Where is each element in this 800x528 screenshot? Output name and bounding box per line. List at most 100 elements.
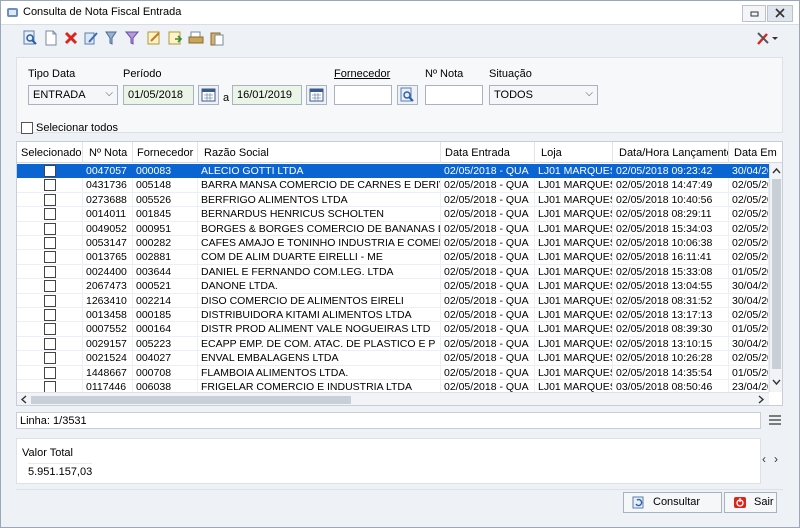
lookup-icon	[400, 87, 414, 102]
col-header-selecionado[interactable]: Selecionado	[17, 142, 83, 163]
cell-razao-social: DANIEL E FERNANDO COM.LEG. LTDA	[198, 264, 441, 280]
row-checkbox[interactable]	[44, 265, 56, 278]
cell-fornecedor: 001845	[133, 207, 198, 222]
table-row[interactable]: 0007552 000164 DISTR PROD ALIMENT VALE NOG…	[17, 322, 769, 337]
cell-fornecedor: 000185	[133, 308, 198, 323]
vertical-scrollbar[interactable]	[769, 163, 783, 392]
note-icon[interactable]	[146, 30, 162, 46]
table-row[interactable]: 0029157 005223 ECAPP EMP. DE COM. ATAC. DE…	[17, 336, 769, 352]
table-row[interactable]: 0013765 002881 COM DE ALIM DUARTE EIRELLI …	[17, 250, 769, 265]
chevron-left-icon[interactable]: ‹	[762, 452, 766, 466]
tipo-data-select[interactable]: ENTRADA ⌵	[28, 85, 118, 105]
chevron-left-icon[interactable]	[18, 393, 30, 406]
sair-button[interactable]: Sair	[724, 492, 777, 513]
table-row[interactable]: 0021524 004027 ENVAL EMBALAGENS LTDA 02/05/…	[17, 351, 769, 366]
consultar-button[interactable]: Consultar	[623, 492, 722, 513]
cell-data-hora-lancamento: 02/05/2018 15:33:08	[613, 264, 729, 280]
col-header-data-entrada[interactable]: Data Entrada	[441, 142, 535, 163]
edit-icon[interactable]	[83, 30, 99, 46]
cell-razao-social: DANONE LTDA.	[198, 279, 441, 294]
table-row[interactable]: 0047057 000083 ALECIO GOTTI LTDA 02/05/2018…	[17, 164, 769, 179]
row-checkbox[interactable]	[44, 280, 56, 293]
menu-icon[interactable]	[768, 414, 782, 426]
table-row[interactable]: 0273688 005526 BERFRIGO ALIMENTOS LTDA 02/0…	[17, 192, 769, 208]
minimize-button[interactable]	[742, 5, 766, 22]
cell-loja: LJ01 MARQUES	[535, 192, 613, 208]
export-icon[interactable]	[167, 30, 183, 46]
fornecedor-input[interactable]	[334, 85, 392, 105]
col-header-loja[interactable]: Loja	[535, 142, 613, 163]
tools-icon[interactable]	[756, 30, 778, 46]
table-row[interactable]: 2067473 000521 DANONE LTDA. 02/05/2018 - QU…	[17, 279, 769, 294]
calendar-from-button[interactable]	[198, 85, 219, 105]
row-checkbox[interactable]	[44, 323, 56, 336]
action-bar: Consultar Sair	[16, 489, 783, 515]
funnel-icon[interactable]	[124, 30, 140, 46]
table-row[interactable]: 0013458 000185 DISTRIBUIDORA KITAMI ALIMEN…	[17, 308, 769, 323]
cell-loja: LJ01 MARQUES	[535, 236, 613, 251]
close-button[interactable]	[767, 5, 793, 22]
chevron-down-icon[interactable]	[770, 376, 783, 388]
table-row[interactable]: 1448667 000708 FLAMBOIA ALIMENTOS LTDA. 02/…	[17, 365, 769, 380]
col-header-fornecedor[interactable]: Fornecedor	[133, 142, 198, 163]
fornecedor-lookup-button[interactable]	[397, 85, 418, 105]
calendar-icon	[309, 88, 324, 102]
calendar-to-button[interactable]	[306, 85, 327, 105]
periodo-from-input[interactable]: 01/05/2018	[123, 85, 194, 105]
row-checkbox[interactable]	[44, 352, 56, 365]
delete-icon[interactable]	[63, 30, 79, 46]
table-row[interactable]: 0049052 000951 BORGES & BORGES COMERCIO DE…	[17, 221, 769, 236]
chevron-up-icon[interactable]	[770, 165, 783, 177]
cell-data-entrada: 02/05/2018 - QUA	[441, 308, 535, 323]
row-checkbox[interactable]	[44, 366, 56, 379]
row-checkbox[interactable]	[44, 309, 56, 321]
chevron-right-icon[interactable]	[755, 393, 767, 406]
row-checkbox[interactable]	[44, 179, 56, 192]
row-checkbox[interactable]	[44, 337, 56, 350]
row-checkbox[interactable]	[44, 222, 56, 235]
row-checkbox[interactable]	[44, 165, 56, 177]
horizontal-scroll-thumb[interactable]	[31, 396, 351, 404]
tipo-data-value: ENTRADA	[33, 89, 86, 101]
cell-razao-social: FLAMBOIA ALIMENTOS LTDA.	[198, 365, 441, 380]
cell-data-hora-lancamento: 02/05/2018 10:26:28	[613, 351, 729, 366]
row-checkbox[interactable]	[44, 193, 56, 206]
sair-label: Sair	[754, 496, 774, 508]
cell-nota: 0021524	[83, 351, 133, 366]
table-row[interactable]: 0014011 001845 BERNARDUS HENRICUS SCHOLTEN…	[17, 207, 769, 222]
situacao-select[interactable]: TODOS ⌵	[489, 85, 598, 105]
print-icon[interactable]	[188, 30, 204, 46]
cell-loja: LJ01 MARQUES	[535, 279, 613, 294]
cell-razao-social: ENVAL EMBALAGENS LTDA	[198, 351, 441, 366]
table-row[interactable]: 0431736 005148 BARRA MANSA COMERCIO DE CAR…	[17, 178, 769, 193]
row-checkbox[interactable]	[44, 208, 56, 221]
vertical-scroll-thumb[interactable]	[772, 179, 781, 369]
periodo-separator: a	[223, 92, 230, 104]
filter-icon[interactable]	[103, 30, 119, 46]
row-checkbox[interactable]	[44, 294, 56, 307]
col-header-nota[interactable]: Nº Nota	[83, 142, 133, 163]
cell-razao-social: BERFRIGO ALIMENTOS LTDA	[198, 192, 441, 208]
col-header-data-emissao[interactable]: Data Em	[729, 142, 782, 163]
nota-input[interactable]	[425, 85, 483, 105]
cell-selecionado	[17, 264, 83, 280]
table-row[interactable]: 0024400 003644 DANIEL E FERNANDO COM.LEG. …	[17, 264, 769, 280]
table-row[interactable]: 0053147 000282 CAFES AMAJO E TONINHO INDUS…	[17, 236, 769, 251]
fornecedor-label[interactable]: Fornecedor	[334, 68, 390, 80]
horizontal-scrollbar[interactable]	[17, 392, 769, 406]
col-header-razao-social[interactable]: Razão Social	[198, 142, 441, 163]
periodo-to-input[interactable]: 16/01/2019	[232, 85, 302, 105]
table-header: Selecionado Nº Nota Fornecedor Razão Soc…	[17, 142, 782, 163]
col-header-data-hora-lancamento[interactable]: Data/Hora Lançamento	[613, 142, 729, 163]
select-all-checkbox[interactable]	[21, 122, 33, 134]
cell-nota: 0024400	[83, 264, 133, 280]
search-icon[interactable]	[22, 30, 38, 46]
clipboard-icon[interactable]	[209, 30, 225, 46]
cell-loja: LJ01 MARQUES	[535, 164, 613, 179]
table-row[interactable]: 1263410 002214 DISO COMERCIO DE ALIMENTOS …	[17, 293, 769, 308]
chevron-right-icon[interactable]: ›	[774, 452, 778, 466]
cell-selecionado	[17, 351, 83, 366]
row-checkbox[interactable]	[44, 251, 56, 264]
new-document-icon[interactable]	[43, 30, 59, 46]
row-checkbox[interactable]	[44, 237, 56, 249]
